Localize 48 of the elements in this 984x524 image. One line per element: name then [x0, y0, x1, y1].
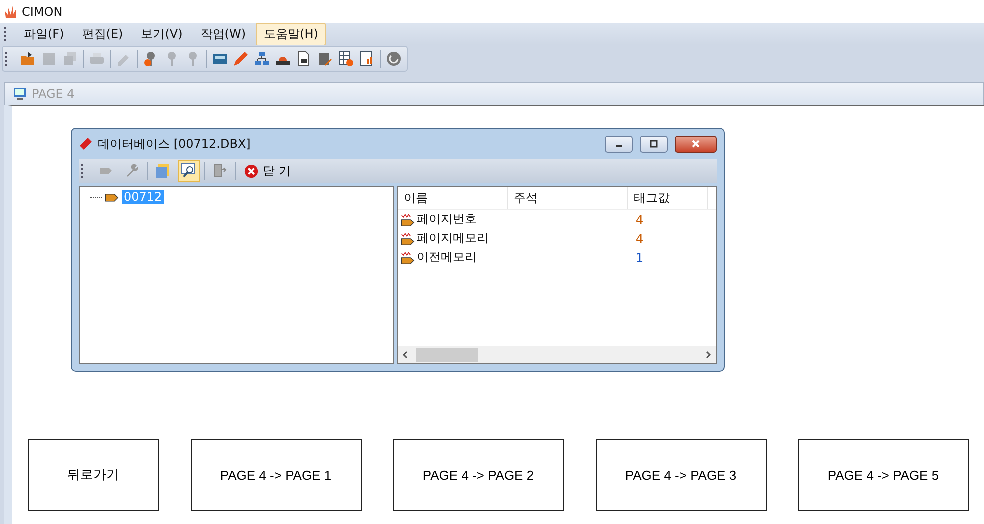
tag-icon [401, 232, 415, 246]
page-button[interactable]: 뒤로가기 [28, 439, 159, 511]
tag-name[interactable]: 페이지메모리 [417, 230, 489, 247]
tag-value: 4 [636, 232, 644, 246]
menu-item[interactable]: 파일(F) [16, 22, 72, 46]
menu-item[interactable]: 작업(W) [192, 22, 254, 46]
page-button[interactable]: PAGE 4 -> PAGE 5 [798, 439, 969, 511]
maximize-button[interactable] [640, 136, 668, 152]
help-icon[interactable] [386, 51, 402, 67]
tag-icon [401, 250, 415, 264]
page-button[interactable]: PAGE 4 -> PAGE 3 [596, 439, 766, 511]
horizontal-scrollbar[interactable] [398, 346, 716, 363]
menu-item[interactable]: 편집(E) [74, 22, 132, 46]
column-header[interactable]: 이름 [398, 187, 508, 209]
tag-name[interactable]: 이전메모리 [417, 249, 477, 266]
tag-value: 4 [636, 212, 644, 226]
tag-icon [401, 212, 415, 226]
chart-icon[interactable] [359, 51, 375, 67]
page-title: PAGE 4 [32, 87, 75, 101]
scroll-right-icon[interactable] [704, 350, 712, 358]
column-header[interactable]: 태그값 [628, 187, 708, 209]
menu-item[interactable]: 도움말(H) [256, 22, 326, 46]
page-button[interactable]: PAGE 4 -> PAGE 1 [190, 439, 362, 511]
maximize-icon [649, 139, 659, 149]
window-title: 데이터베이스 [00712.DBX] [98, 136, 251, 152]
search-icon[interactable] [178, 160, 200, 182]
menu-item[interactable]: 보기(V) [133, 22, 191, 46]
pencil-icon[interactable] [233, 51, 249, 67]
flame-logo-icon [4, 4, 18, 18]
scroll-left-icon[interactable] [402, 350, 410, 358]
column-header[interactable]: 주석 [508, 187, 628, 209]
open-icon[interactable] [20, 51, 36, 67]
monitor-icon[interactable] [212, 51, 228, 67]
tag-icon [79, 137, 93, 151]
tag-name[interactable]: 페이지번호 [417, 211, 477, 228]
app-title: CIMON [22, 4, 63, 18]
page-button[interactable]: PAGE 4 -> PAGE 2 [393, 439, 564, 511]
scroll-thumb[interactable] [416, 348, 478, 362]
doc-icon[interactable] [296, 51, 312, 67]
close-icon [244, 164, 259, 178]
grid-icon[interactable] [338, 51, 354, 67]
tag-value: 1 [636, 250, 644, 264]
monitor-icon [13, 87, 27, 101]
close-button[interactable] [675, 136, 717, 152]
close-dialog-button[interactable]: 닫 기 [240, 162, 295, 180]
close-icon [691, 139, 701, 149]
minimize-button[interactable] [605, 136, 633, 152]
network-icon[interactable] [254, 51, 270, 67]
